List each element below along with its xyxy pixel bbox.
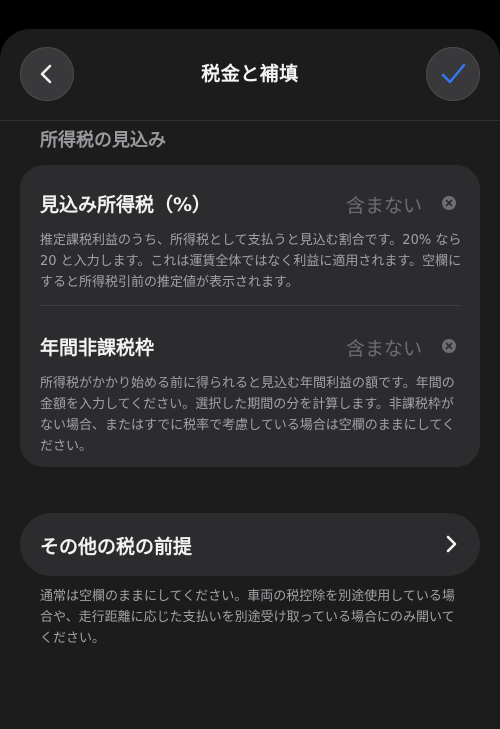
- confirm-button[interactable]: [426, 47, 480, 101]
- chevron-right-icon: [446, 535, 457, 553]
- checkmark-icon: [441, 63, 466, 84]
- x-icon: [445, 199, 453, 207]
- annual-allowance-label: 年間非課税枠: [40, 337, 155, 359]
- annual-allowance-description: 所得税がかかり始める前に得られると見込む年間利益の額です。年間の金額を入力してく…: [40, 376, 455, 454]
- income-tax-rate-label: 見込み所得税（%）: [40, 194, 212, 216]
- clear-icon[interactable]: [442, 339, 456, 353]
- annual-allowance-input[interactable]: 含まない: [346, 334, 422, 361]
- header-bar: 税金と補填: [0, 29, 500, 121]
- tax-settings-sheet: 税金と補填 所得税の見込み 見込み所得税（%） 含まない 推定課税利益のうち、所…: [0, 29, 500, 729]
- income-tax-rate-description: 推定課税利益のうち、所得税として支払うと見込む割合です。20% なら 20 と入…: [40, 233, 462, 290]
- page-title: 税金と補填: [201, 63, 299, 85]
- income-tax-card: 見込み所得税（%） 含まない 推定課税利益のうち、所得税として支払うと見込む割合…: [20, 165, 480, 467]
- other-tax-note: 通常は空欄のままにしてください。車両の税控除を別途使用している場合や、走行距離に…: [40, 589, 455, 646]
- income-tax-rate-input[interactable]: 含まない: [346, 191, 422, 218]
- clear-icon[interactable]: [442, 196, 456, 210]
- section-title-income-tax: 所得税の見込み: [40, 130, 166, 151]
- other-tax-assumptions-label: その他の税の前提: [40, 536, 193, 558]
- x-icon: [445, 342, 453, 350]
- divider: [40, 305, 460, 306]
- other-tax-assumptions-row[interactable]: その他の税の前提: [20, 513, 480, 576]
